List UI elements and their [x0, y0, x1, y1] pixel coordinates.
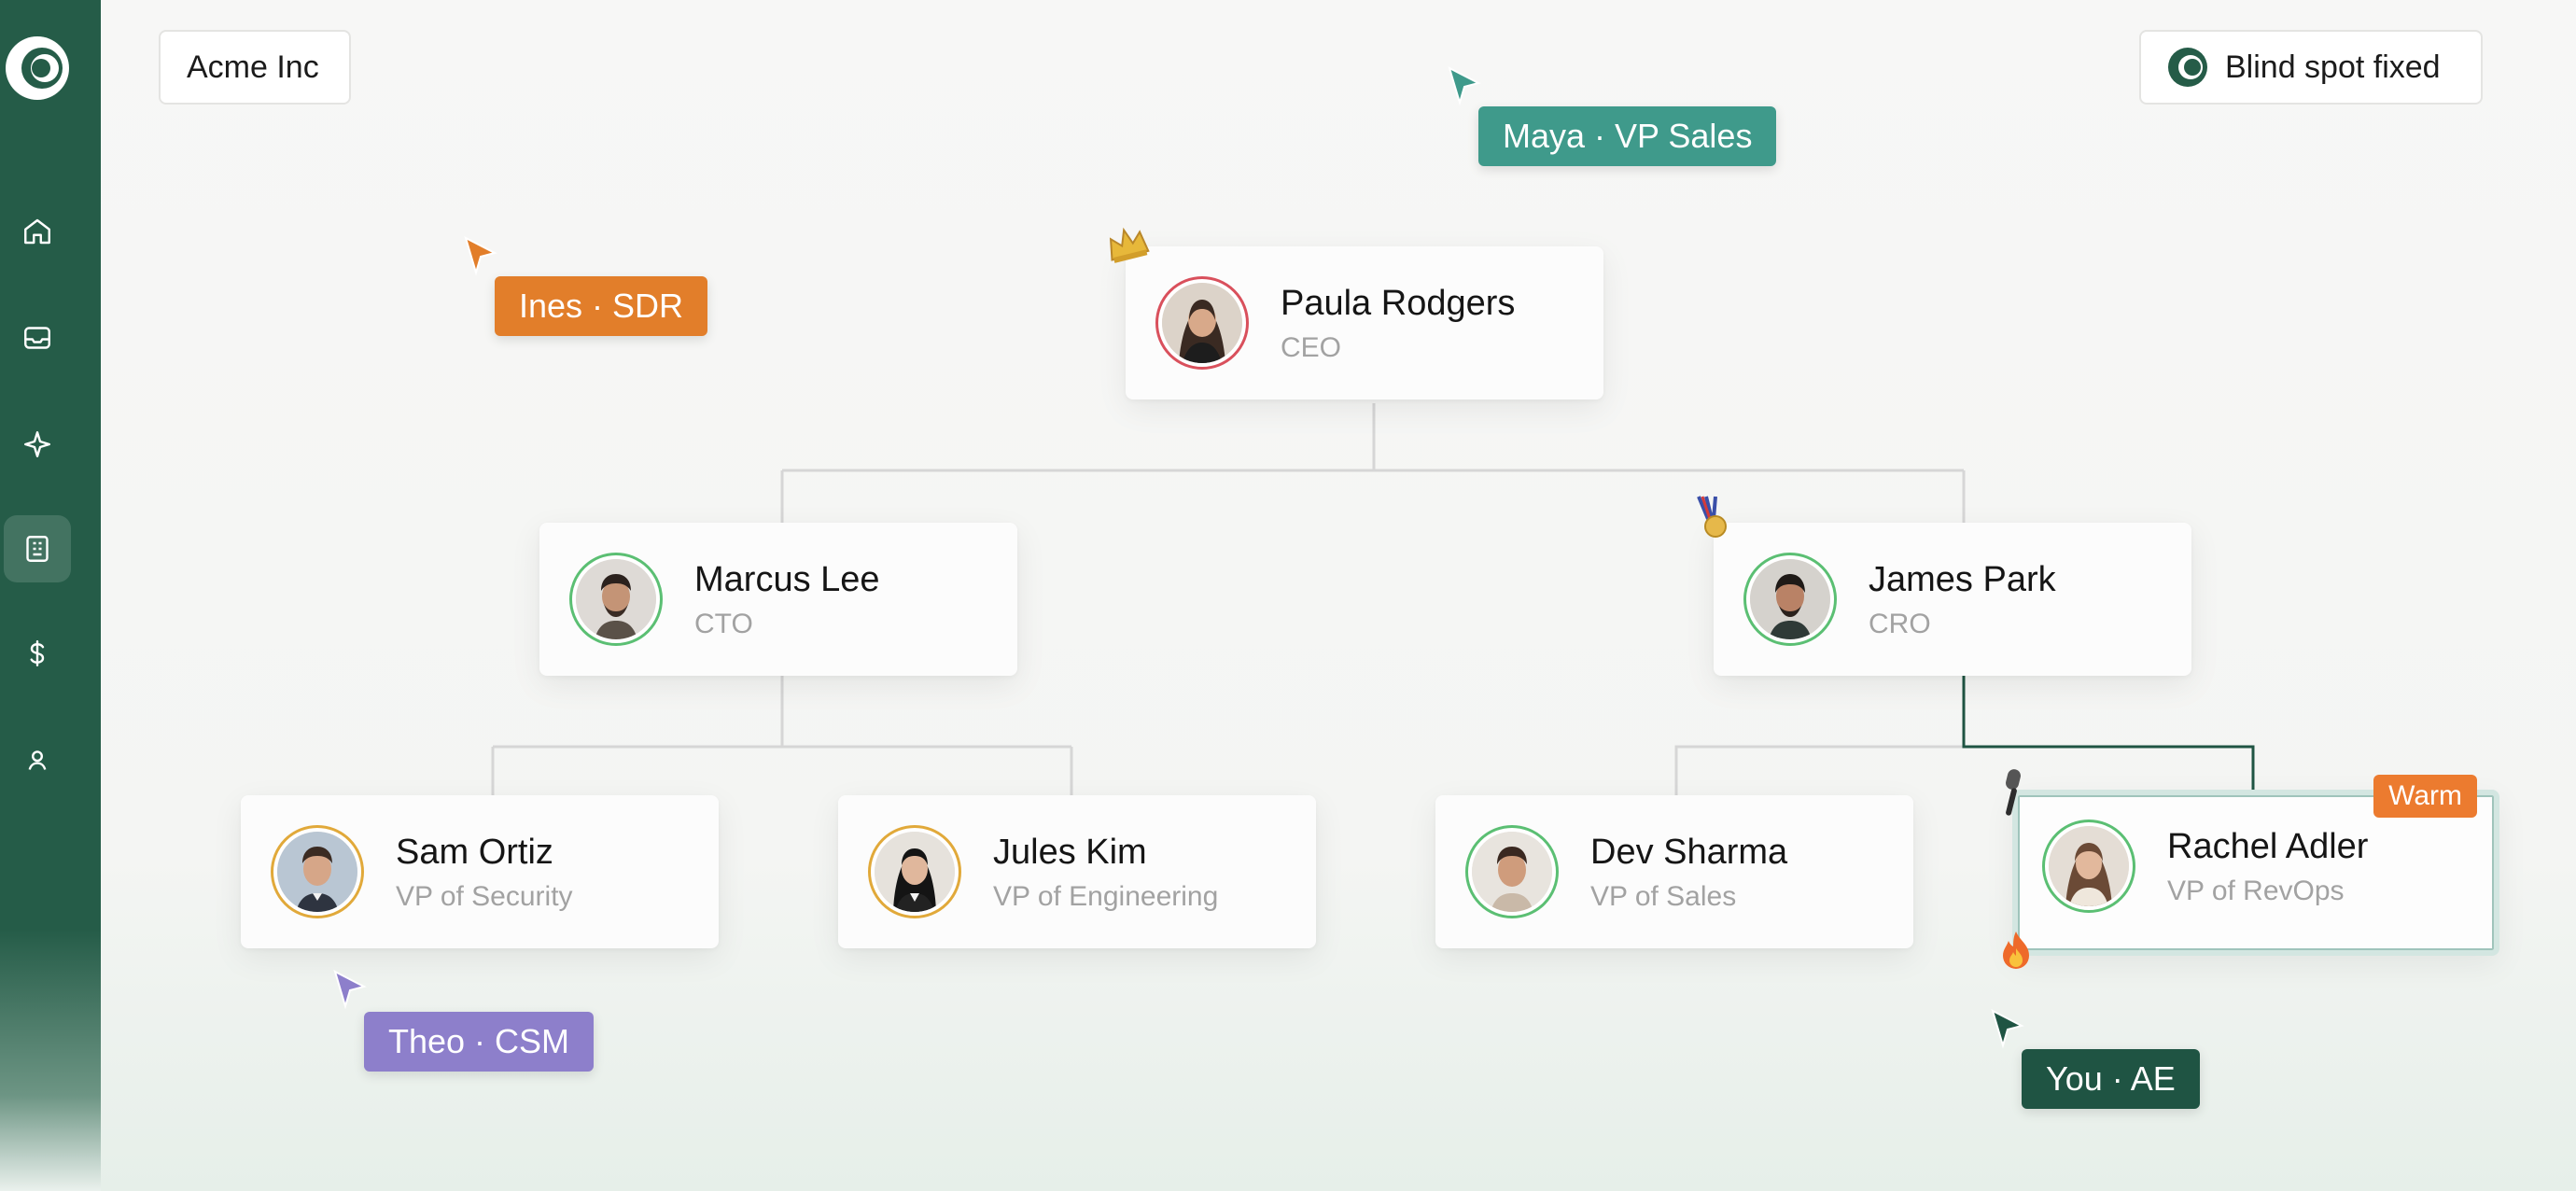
avatar: [1743, 553, 1837, 646]
warm-badge: Warm: [2373, 775, 2477, 818]
avatar: [1465, 825, 1559, 918]
logo-mark-icon: [2168, 48, 2207, 87]
status-text: Blind spot fixed: [2225, 49, 2441, 85]
company-switcher[interactable]: Acme Inc: [159, 30, 351, 105]
org-card-vp-engineering[interactable]: Jules Kim VP of Engineering: [838, 795, 1316, 948]
org-card-vp-security[interactable]: Sam Ortiz VP of Security: [241, 795, 719, 948]
cursor-arrow-icon: [333, 970, 367, 1010]
person-title: VP of Security: [396, 881, 573, 912]
cursor-arrow-icon: [1991, 1009, 2024, 1049]
person-name: Marcus Lee: [694, 560, 880, 599]
microphone-icon: [2006, 769, 2021, 816]
cursor-arrow-icon: [464, 236, 497, 276]
person-name: Jules Kim: [993, 833, 1147, 872]
org-card-cto[interactable]: Marcus Lee CTO: [539, 523, 1017, 676]
org-card-vp-revops[interactable]: Rachel Adler VP of RevOps Warm: [2012, 775, 2499, 956]
avatar: [569, 553, 663, 646]
avatar: [1155, 276, 1249, 370]
avatar: [271, 825, 364, 918]
avatar: [2042, 820, 2135, 913]
person-title: CTO: [694, 609, 753, 639]
person-title: VP of RevOps: [2167, 876, 2345, 906]
person-name: James Park: [1869, 560, 2056, 599]
person-name: Paula Rodgers: [1281, 284, 1516, 323]
person-title: CEO: [1281, 332, 1342, 363]
collaborator-label-you: You · AE: [2022, 1049, 2200, 1109]
person-title: VP of Engineering: [993, 881, 1219, 912]
org-card-ceo[interactable]: Paula Rodgers CEO: [1126, 246, 1603, 399]
person-name: Rachel Adler: [2167, 827, 2369, 866]
crown-icon: [1109, 227, 1150, 263]
status-pill[interactable]: Blind spot fixed: [2139, 30, 2483, 105]
person-title: VP of Sales: [1590, 881, 1737, 912]
company-name: Acme Inc: [187, 49, 319, 85]
fire-icon: [2003, 932, 2029, 969]
person-title: CRO: [1869, 609, 1931, 639]
collaborator-label-ines: Ines · SDR: [495, 276, 708, 336]
org-card-vp-sales[interactable]: Dev Sharma VP of Sales: [1435, 795, 1913, 948]
medal-icon: [1697, 496, 1727, 538]
person-name: Dev Sharma: [1590, 833, 1788, 872]
cursor-arrow-icon: [1448, 66, 1481, 106]
collaborator-label-theo: Theo · CSM: [364, 1012, 595, 1072]
collaborator-label-maya: Maya · VP Sales: [1478, 106, 1777, 166]
org-card-cro[interactable]: James Park CRO: [1714, 523, 2191, 676]
person-name: Sam Ortiz: [396, 833, 553, 872]
avatar: [868, 825, 961, 918]
